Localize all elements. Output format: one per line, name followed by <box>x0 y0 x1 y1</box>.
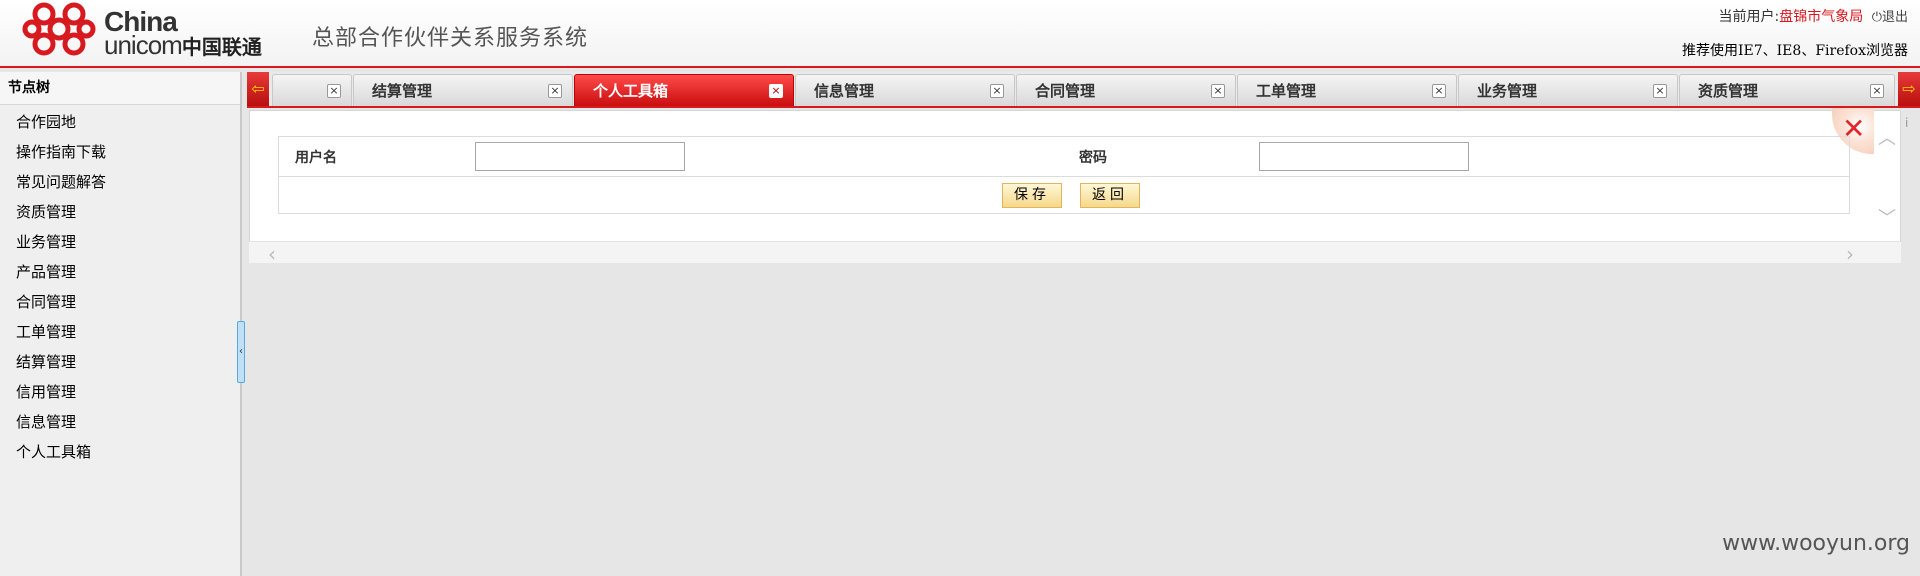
tab-label: 业务管理 <box>1477 82 1538 100</box>
close-icon[interactable]: × <box>1211 84 1225 98</box>
sidebar-item-settlement[interactable]: 结算管理 <box>0 347 240 377</box>
sidebar-item-faq[interactable]: 常见问题解答 <box>0 167 240 197</box>
tab-business[interactable]: 业务管理 × <box>1458 74 1678 106</box>
sidebar-collapse-handle[interactable]: ‹ <box>237 321 245 383</box>
vertical-scrollbar-marker: i <box>1905 116 1909 130</box>
china-unicom-logo: China unicom中国联通 <box>22 0 282 62</box>
horizontal-scrollbar[interactable] <box>249 241 1901 263</box>
tab-bar: ⇦ × 结算管理 × 个人工具箱 × 信息管理 × 合同管理 × 工单管理 × … <box>247 72 1920 108</box>
sidebar-item-qualification[interactable]: 资质管理 <box>0 197 240 227</box>
sidebar-item-personal-toolbox[interactable]: 个人工具箱 <box>0 437 240 467</box>
logo-text-unicom-cn: 中国联通 <box>181 35 262 59</box>
sidebar-item-guide-download[interactable]: 操作指南下载 <box>0 137 240 167</box>
sidebar-item-cooperation-garden[interactable]: 合作园地 <box>0 107 240 137</box>
username-input[interactable] <box>475 142 685 171</box>
close-icon[interactable]: × <box>769 84 783 98</box>
back-button[interactable]: 返回 <box>1080 183 1140 208</box>
current-user-bar: 当前用户:盘锦市气象局 ⏻退出 <box>1719 6 1908 26</box>
unicom-knot-icon <box>22 2 96 56</box>
sidebar-node-tree: 节点树 合作园地 操作指南下载 常见问题解答 资质管理 业务管理 产品管理 合同… <box>0 72 242 576</box>
scroll-left-icon[interactable]: ‹ <box>268 242 276 266</box>
personal-info-form: 用户名 密码 保存 返回 <box>278 136 1850 214</box>
close-icon[interactable]: × <box>990 84 1004 98</box>
tab-information[interactable]: 信息管理 × <box>795 74 1015 106</box>
tab-label: 工单管理 <box>1256 82 1317 100</box>
sidebar-item-credit[interactable]: 信用管理 <box>0 377 240 407</box>
tab-label: 合同管理 <box>1035 82 1096 100</box>
password-input[interactable] <box>1259 142 1469 171</box>
tab-contract[interactable]: 合同管理 × <box>1016 74 1236 106</box>
tab-qualification[interactable]: 资质管理 × <box>1679 74 1895 106</box>
current-user-label: 当前用户: <box>1718 9 1780 25</box>
tab-settlement[interactable]: 结算管理 × <box>353 74 573 106</box>
watermark: www.wooyun.org <box>1722 531 1910 556</box>
logout-link[interactable]: ⏻退出 <box>1872 10 1908 25</box>
sidebar-item-information[interactable]: 信息管理 <box>0 407 240 437</box>
chevron-left-icon: ‹ <box>239 346 243 357</box>
tab-label: 个人工具箱 <box>593 82 669 100</box>
tab-scroll-right-button[interactable]: ⇨ <box>1898 72 1920 106</box>
system-title: 总部合作伙伴关系服务系统 <box>312 26 589 51</box>
logo-text-unicom: unicom中国联通 <box>104 30 262 61</box>
username-label: 用户名 <box>295 150 337 166</box>
tab-personal-toolbox[interactable]: 个人工具箱 × <box>574 74 794 106</box>
logout-label: 退出 <box>1881 10 1908 25</box>
sidebar-item-business[interactable]: 业务管理 <box>0 227 240 257</box>
sidebar-item-work-order[interactable]: 工单管理 <box>0 317 240 347</box>
close-icon[interactable]: × <box>1432 84 1446 98</box>
arrow-right-icon: ⇨ <box>1902 79 1916 98</box>
tab-hidden[interactable]: × <box>272 74 352 106</box>
browser-tip: 推荐使用IE7、IE8、Firefox浏览器 <box>1682 43 1908 59</box>
sidebar-title: 节点树 <box>0 72 240 105</box>
chevron-up-icon[interactable]: ︿ <box>1878 124 1896 150</box>
tab-work-order[interactable]: 工单管理 × <box>1237 74 1457 106</box>
tab-label: 信息管理 <box>814 82 875 100</box>
sidebar-item-product[interactable]: 产品管理 <box>0 257 240 287</box>
close-icon[interactable]: × <box>327 84 341 98</box>
password-label: 密码 <box>1079 150 1107 166</box>
form-row: 用户名 密码 <box>279 137 1849 177</box>
close-icon[interactable]: × <box>1870 84 1884 98</box>
scroll-right-icon[interactable]: › <box>1846 242 1854 266</box>
app-header: China unicom中国联通 总部合作伙伴关系服务系统 当前用户:盘锦市气象… <box>0 0 1920 68</box>
tab-label: 资质管理 <box>1698 82 1759 100</box>
tab-scroll-left-button[interactable]: ⇦ <box>247 72 269 106</box>
tab-label: 结算管理 <box>372 82 433 100</box>
sidebar-item-contract[interactable]: 合同管理 <box>0 287 240 317</box>
power-icon: ⏻ <box>1871 10 1882 25</box>
arrow-left-icon: ⇦ <box>251 79 265 98</box>
sidebar-menu: 合作园地 操作指南下载 常见问题解答 资质管理 业务管理 产品管理 合同管理 工… <box>0 105 240 467</box>
current-user-name: 盘锦市气象局 <box>1779 9 1864 25</box>
close-icon[interactable]: × <box>1653 84 1667 98</box>
chevron-down-icon[interactable]: ﹀ <box>1878 204 1896 230</box>
close-icon[interactable]: × <box>548 84 562 98</box>
save-button[interactable]: 保存 <box>1002 183 1062 208</box>
logo-text-unicom-en: unicom <box>104 30 183 60</box>
